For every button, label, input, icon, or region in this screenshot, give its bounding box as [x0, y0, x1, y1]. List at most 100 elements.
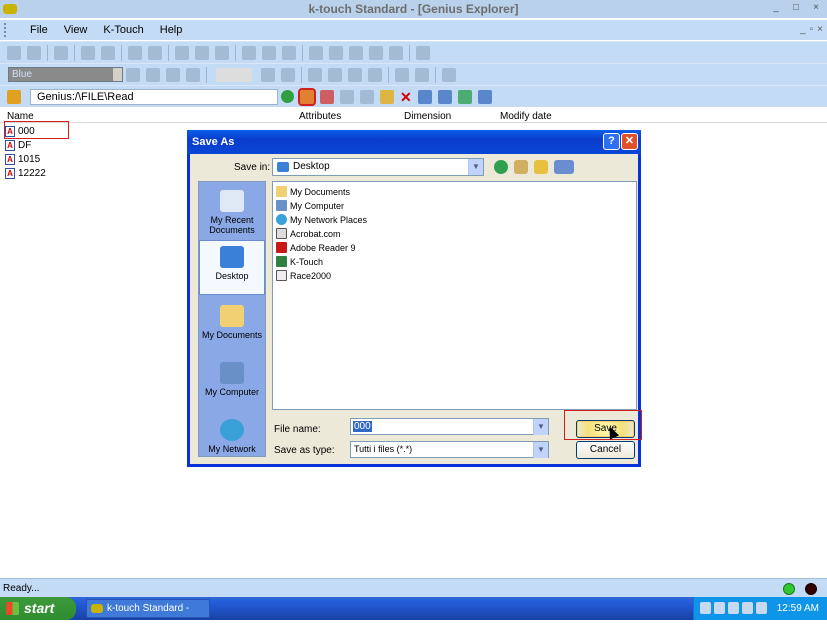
- color-select[interactable]: Blue: [8, 67, 123, 82]
- toolbar-icon[interactable]: [101, 45, 115, 60]
- column-dimension[interactable]: Dimension: [404, 111, 451, 122]
- toolbar-icon[interactable]: [175, 45, 189, 60]
- toolbar-icon[interactable]: [195, 45, 209, 60]
- toolbar-icon[interactable]: [126, 67, 140, 82]
- clock[interactable]: 12:59 AM: [777, 597, 819, 620]
- size-box[interactable]: [216, 67, 252, 82]
- up-folder-icon[interactable]: [7, 89, 21, 104]
- toolbar-icon[interactable]: [242, 45, 256, 60]
- list-item[interactable]: Adobe Reader 9: [276, 241, 356, 254]
- close-icon[interactable]: ✕: [621, 133, 638, 150]
- delete-icon[interactable]: ✕: [400, 90, 412, 104]
- dialog-title-bar[interactable]: Save As ? ✕: [187, 130, 641, 154]
- toolbar-icon[interactable]: [442, 67, 456, 82]
- minus-icon[interactable]: [328, 67, 342, 82]
- menu-view[interactable]: View: [56, 24, 96, 36]
- toolbar-icon[interactable]: [261, 67, 275, 82]
- toolbar-icon[interactable]: [215, 45, 229, 60]
- toolbar-icon[interactable]: [368, 67, 382, 82]
- properties-icon[interactable]: [477, 89, 492, 104]
- toolbar-icon[interactable]: [309, 45, 323, 60]
- toolbar-icon[interactable]: [186, 67, 200, 82]
- list-item[interactable]: My Documents: [276, 185, 350, 198]
- mdi-minimize-icon[interactable]: _: [800, 24, 806, 35]
- toolbar-icon[interactable]: [416, 45, 430, 60]
- close-icon[interactable]: ×: [809, 2, 823, 14]
- minimize-icon[interactable]: _: [769, 2, 783, 14]
- menu-help[interactable]: Help: [152, 24, 191, 36]
- copy-icon[interactable]: [340, 89, 354, 104]
- toolbar-separator: [74, 44, 75, 61]
- maximize-icon[interactable]: □: [789, 2, 803, 14]
- toolbar-icon[interactable]: [81, 45, 95, 60]
- new-folder-icon[interactable]: [534, 160, 548, 174]
- start-button[interactable]: start: [0, 597, 76, 620]
- list-item[interactable]: Acrobat.com: [276, 227, 341, 240]
- place-my-computer[interactable]: My Computer: [199, 362, 265, 397]
- new-folder-icon[interactable]: [380, 89, 394, 104]
- toolbar-icon[interactable]: [262, 45, 276, 60]
- toolbar-icon[interactable]: [395, 67, 409, 82]
- chevron-down-icon[interactable]: ▼: [468, 159, 483, 175]
- chevron-down-icon[interactable]: ▼: [533, 442, 548, 458]
- save-file-icon[interactable]: [298, 87, 316, 106]
- up-folder-icon[interactable]: [514, 160, 528, 174]
- mdi-restore-icon[interactable]: ▫: [810, 24, 814, 35]
- mdi-close-icon[interactable]: ×: [817, 24, 823, 35]
- list-item[interactable]: A 1015: [5, 152, 46, 166]
- place-my-network[interactable]: My Network: [199, 419, 265, 454]
- back-icon[interactable]: [494, 160, 508, 174]
- place-desktop[interactable]: Desktop: [199, 240, 265, 295]
- toolbar-icon[interactable]: [417, 89, 432, 104]
- tray-icon[interactable]: [700, 602, 711, 614]
- toolbar-icon[interactable]: [349, 45, 363, 60]
- toolbar-icon[interactable]: [7, 45, 21, 60]
- refresh-icon[interactable]: [457, 89, 472, 104]
- views-menu-icon[interactable]: [554, 160, 574, 174]
- toolbar-icon[interactable]: [389, 45, 403, 60]
- toolbar-grip[interactable]: [4, 23, 14, 37]
- column-modify-date[interactable]: Modify date: [500, 111, 552, 122]
- toolbar-icon[interactable]: [415, 67, 429, 82]
- paste-icon[interactable]: [360, 89, 374, 104]
- list-item[interactable]: Race2000: [276, 269, 331, 282]
- list-item[interactable]: A DF: [5, 138, 46, 152]
- menu-file[interactable]: File: [22, 24, 56, 36]
- list-item[interactable]: A 12222: [5, 166, 46, 180]
- file-name-input[interactable]: 000 ▼: [350, 418, 549, 435]
- toolbar-icon[interactable]: [27, 45, 41, 60]
- tray-icon[interactable]: [756, 602, 767, 614]
- toolbar-icon[interactable]: [128, 45, 142, 60]
- toolbar-icon[interactable]: [282, 45, 296, 60]
- save-in-select[interactable]: Desktop ▼: [272, 158, 484, 176]
- toolbar-icon[interactable]: [320, 89, 334, 104]
- list-item[interactable]: K-Touch: [276, 255, 323, 268]
- tray-icon[interactable]: [714, 602, 725, 614]
- toolbar-icon[interactable]: [166, 67, 180, 82]
- toolbar-icon[interactable]: [437, 89, 452, 104]
- go-icon[interactable]: [281, 90, 294, 103]
- path-field[interactable]: Genius:/\FILE\Read: [30, 88, 278, 105]
- taskbar-item[interactable]: k-touch Standard - [G...: [86, 599, 210, 631]
- plus-icon[interactable]: [308, 67, 322, 82]
- list-item[interactable]: My Network Places: [276, 213, 367, 226]
- toolbar-icon[interactable]: [281, 67, 295, 82]
- tray-icon[interactable]: [742, 602, 753, 614]
- cancel-button[interactable]: Cancel: [576, 441, 635, 459]
- list-item[interactable]: A 000: [5, 124, 46, 138]
- chevron-down-icon[interactable]: ▼: [533, 419, 548, 435]
- save-as-type-select[interactable]: Tutti i files (*.*) ▼: [350, 441, 549, 458]
- toolbar-icon[interactable]: [329, 45, 343, 60]
- help-icon[interactable]: ?: [603, 133, 620, 150]
- place-my-recent-documents[interactable]: My Recent Documents: [199, 190, 265, 235]
- toolbar-icon[interactable]: [348, 67, 362, 82]
- toolbar-icon[interactable]: [369, 45, 383, 60]
- place-my-documents[interactable]: My Documents: [199, 305, 265, 340]
- tray-icon[interactable]: [728, 602, 739, 614]
- list-item[interactable]: My Computer: [276, 199, 344, 212]
- column-attributes[interactable]: Attributes: [299, 111, 341, 122]
- toolbar-icon[interactable]: [54, 45, 68, 60]
- toolbar-icon[interactable]: [148, 45, 162, 60]
- menu-k-touch[interactable]: K-Touch: [95, 24, 151, 36]
- toolbar-icon[interactable]: [146, 67, 160, 82]
